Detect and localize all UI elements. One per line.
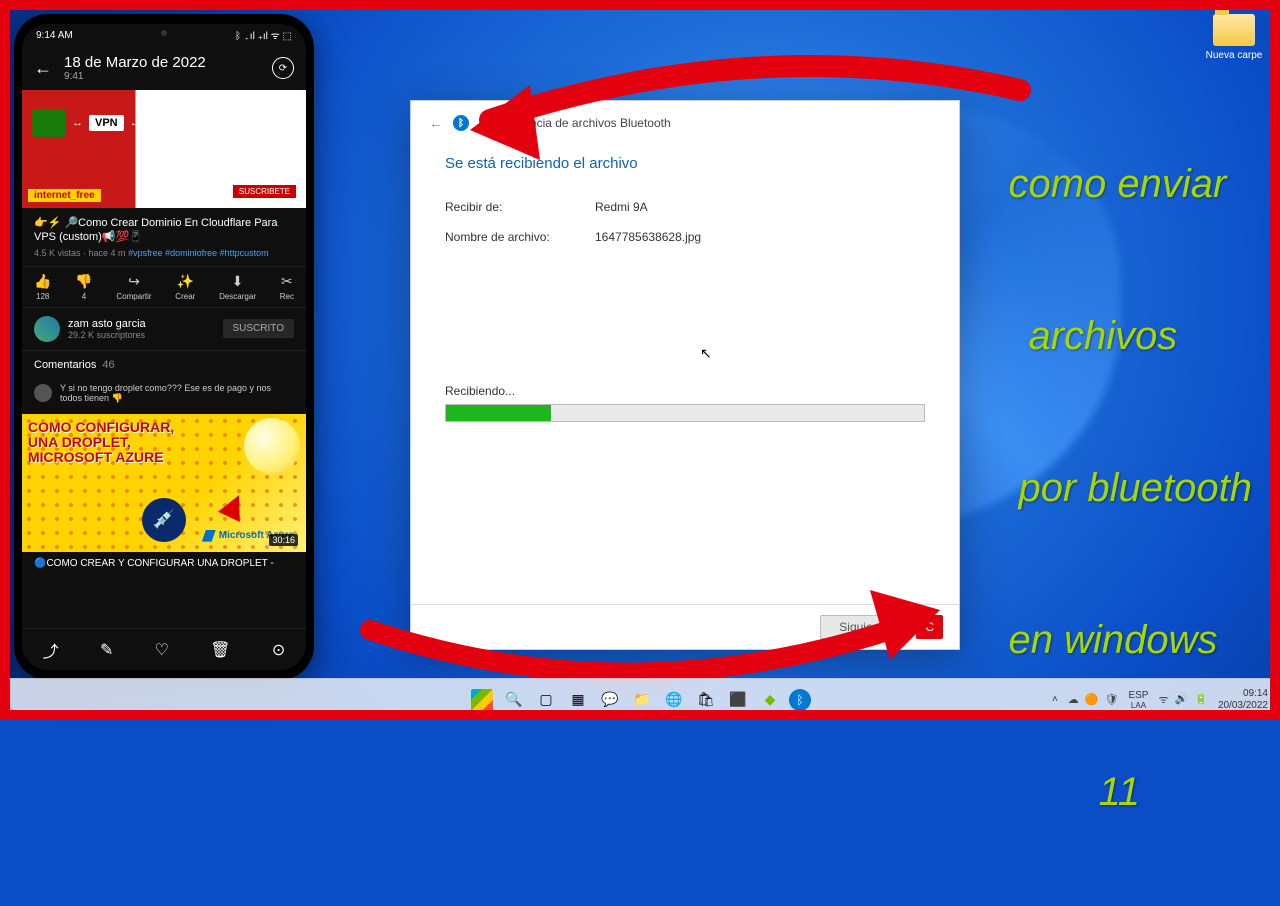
progress-fill — [446, 405, 551, 421]
desktop-folder[interactable]: Nueva carpe — [1204, 14, 1264, 61]
thumb-overlay-text: COMO CONFIGURAR, UNA DROPLET, MICROSOFT … — [28, 420, 174, 466]
store-icon[interactable]: 🛍 — [693, 687, 719, 713]
system-tray[interactable]: ☁ 🟠 🛡 — [1068, 693, 1119, 706]
rec-button[interactable]: ✂Rec — [280, 273, 294, 301]
comment-sample[interactable]: Y si no tengo droplet como??? Ese es de … — [22, 379, 306, 414]
progress-label: Recibiendo... — [445, 384, 925, 398]
back-arrow-icon[interactable]: ← — [429, 115, 443, 131]
task-view-icon[interactable]: ▢ — [533, 687, 559, 713]
receive-from-label: Recibir de: — [445, 200, 595, 214]
download-button[interactable]: ⬇Descargar — [219, 273, 256, 301]
phone-status-bar: 9:14 AM ᛒ ₊ıl ₊ıl ᯤ ⬚ — [22, 24, 306, 46]
keyboard-lang[interactable]: ESP — [1128, 690, 1148, 701]
channel-avatar-icon[interactable] — [34, 316, 60, 342]
gallery-date: 18 de Marzo de 2022 — [64, 54, 260, 71]
next-video-thumbnail[interactable]: COMO CONFIGURAR, UNA DROPLET, MICROSOFT … — [22, 414, 306, 552]
banner-text: internet_free — [28, 189, 101, 202]
bluetooth-tray-icon[interactable]: ᛒ — [789, 689, 811, 711]
delete-icon[interactable]: 🗑 — [210, 640, 230, 660]
security-icon: 🟠 — [1085, 693, 1099, 706]
wifi-icon: ᯤ — [1158, 692, 1168, 707]
dialog-heading: Se está recibiendo el archivo — [445, 155, 925, 172]
phone-mockup: 9:14 AM ᛒ ₊ıl ₊ıl ᯤ ⬚ ← 18 de Marzo de 2… — [14, 14, 314, 680]
commenter-avatar-icon — [34, 384, 52, 402]
globe-icon — [147, 108, 177, 138]
filename-label: Nombre de archivo: — [445, 230, 595, 244]
vpn-label: VPN — [89, 115, 124, 131]
filename-value: 1647785638628.jpg — [595, 230, 701, 244]
folder-icon — [1213, 14, 1255, 46]
video-stats: 4.5 K vistas · hace 4 m #vpsfree #domini… — [34, 248, 294, 258]
app-icon[interactable]: ⬛ — [725, 687, 751, 713]
mouse-cursor-icon: ↖ — [700, 345, 712, 362]
android-icon — [32, 109, 66, 137]
create-button[interactable]: ✨Crear — [175, 273, 195, 301]
volume-icon: 🔊 — [1175, 692, 1189, 707]
widgets-icon[interactable]: ▦ — [565, 687, 591, 713]
dialog-title: Transferencia de archivos Bluetooth — [479, 116, 671, 130]
subscribe-mini: SUSCRIBETE — [233, 185, 296, 198]
bluetooth-transfer-dialog: ← ᛒ Transferencia de archivos Bluetooth … — [410, 100, 960, 650]
phone-screen: 9:14 AM ᛒ ₊ıl ₊ıl ᯤ ⬚ ← 18 de Marzo de 2… — [22, 24, 306, 670]
back-icon[interactable]: ← — [34, 58, 52, 79]
gallery-time: 9:41 — [64, 71, 260, 82]
search-icon[interactable]: 🔍 — [501, 687, 527, 713]
receive-from-value: Redmi 9A — [595, 200, 648, 214]
phone-bottom-bar: ⤴ ✎ ♡ 🗑 ⊙ — [22, 628, 306, 670]
video-actions: 👍128 👎4 ↪Compartir ✨Crear ⬇Descargar ✂Re… — [22, 266, 306, 307]
explorer-icon[interactable]: 📁 — [629, 687, 655, 713]
status-icons: ᛒ ₊ıl ₊ıl ᯤ ⬚ — [235, 28, 292, 42]
cancel-button[interactable]: C — [916, 615, 943, 639]
channel-subs: 29.2 K suscriptores — [68, 330, 146, 340]
sync-icon[interactable]: ⟳ — [272, 57, 294, 79]
edit-icon[interactable]: ✎ — [100, 640, 113, 660]
lemon-icon — [244, 418, 300, 474]
share-icon[interactable]: ⤴ — [43, 638, 59, 662]
video-thumbnail[interactable]: ↔ VPN ↔ internet_free SUSCRIBETE — [22, 90, 306, 208]
defender-icon: 🛡 — [1105, 693, 1119, 706]
overlay-caption: como enviar archivos por bluetooth en wi… — [1008, 70, 1252, 906]
duration-badge: 30:16 — [269, 534, 298, 546]
status-time: 9:14 AM — [36, 30, 73, 41]
channel-name[interactable]: zam asto garcia — [68, 318, 146, 330]
windows-taskbar: 🔍 ▢ ▦ 💬 📁 🌐 🛍 ⬛ ◆ ᛒ ˄ ☁ 🟠 🛡 ESP LAA ᯤ 🔊 … — [0, 678, 1280, 720]
next-button[interactable]: Siguiente — [820, 615, 908, 639]
folder-label: Nueva carpe — [1204, 50, 1264, 61]
progress-bar — [445, 404, 925, 422]
video-title: 👉⚡ 🔎Como Crear Dominio En Cloudflare Par… — [34, 216, 294, 245]
subscribed-button[interactable]: SUSCRITO — [223, 319, 295, 338]
taskbar-clock[interactable]: 09:14 20/03/2022 — [1218, 688, 1268, 712]
comments-header[interactable]: Comentarios 46 — [22, 351, 306, 379]
chat-icon[interactable]: 💬 — [597, 687, 623, 713]
onedrive-icon: ☁ — [1068, 693, 1079, 706]
share-button[interactable]: ↪Compartir — [116, 273, 151, 301]
dislike-button[interactable]: 👎4 — [75, 273, 92, 301]
injector-icon: 💉 — [142, 498, 186, 542]
next-video-title: 🔵COMO CREAR Y CONFIGURAR UNA DROPLET - — [22, 552, 306, 575]
quick-settings[interactable]: ᯤ 🔊 🔋 — [1158, 692, 1207, 707]
heart-icon[interactable]: ♡ — [155, 640, 169, 660]
bluetooth-icon: ᛒ — [453, 115, 469, 131]
like-button[interactable]: 👍128 — [34, 273, 51, 301]
start-button[interactable] — [469, 687, 495, 713]
battery-icon: 🔋 — [1194, 692, 1208, 707]
camera-notch-icon — [161, 30, 167, 36]
app2-icon[interactable]: ◆ — [757, 687, 783, 713]
more-icon[interactable]: ⊙ — [272, 640, 285, 660]
edge-icon[interactable]: 🌐 — [661, 687, 687, 713]
tray-chevron-icon[interactable]: ˄ — [1052, 694, 1058, 705]
